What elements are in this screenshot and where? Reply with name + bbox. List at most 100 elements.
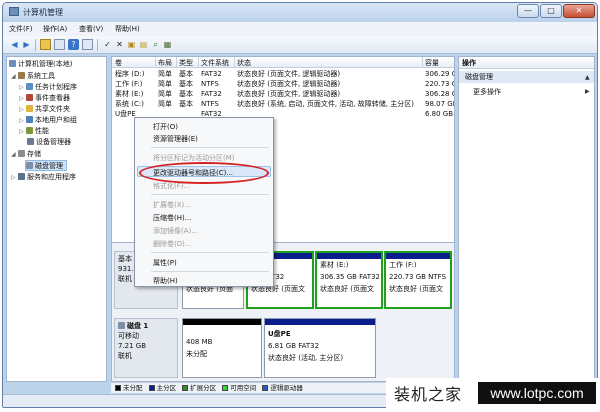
volume-name: 素材 (E:) bbox=[115, 90, 144, 98]
menu-action[interactable]: 操作(A) bbox=[43, 24, 67, 34]
collapse-arrow-icon[interactable]: ▷ bbox=[19, 126, 26, 137]
partition-text: 状态良好 (活动, 主分区) bbox=[268, 354, 344, 362]
menu-item-open[interactable]: 打开(O) bbox=[153, 122, 178, 132]
table-row[interactable]: 素材 (E:) 简单 基本 FAT32 状态良好 (页面文件, 逻辑驱动器) 3… bbox=[112, 89, 454, 99]
check-icon[interactable]: ✓ bbox=[102, 39, 113, 50]
column-divider[interactable] bbox=[176, 57, 177, 68]
delete-icon[interactable]: ✕ bbox=[114, 39, 125, 50]
volume-layout: 简单 bbox=[158, 70, 172, 78]
menu-item-shrink-volume[interactable]: 压缩卷(H)... bbox=[153, 213, 191, 223]
highlight-ellipse bbox=[139, 162, 269, 184]
tree-item-event-viewer[interactable]: ▷ 事件查看器 bbox=[19, 93, 70, 104]
expand-arrow-icon[interactable]: ◢ bbox=[11, 71, 18, 82]
collapse-up-icon[interactable]: ▲ bbox=[585, 74, 590, 81]
tree-label: 磁盘管理 bbox=[35, 162, 63, 170]
column-divider[interactable] bbox=[234, 57, 235, 68]
tree-item-device-manager[interactable]: 设备管理器 bbox=[27, 137, 71, 148]
users-icon bbox=[26, 116, 33, 123]
column-divider[interactable] bbox=[198, 57, 199, 68]
close-button[interactable]: ✕ bbox=[563, 4, 595, 18]
volume-filesystem: FAT32 bbox=[201, 70, 222, 78]
menu-bar: 文件(F) 操作(A) 查看(V) 帮助(H) bbox=[3, 22, 597, 36]
new-icon[interactable]: ▣ bbox=[126, 39, 137, 50]
disk-label-line: 联机 bbox=[118, 352, 132, 360]
folder-icon bbox=[26, 105, 33, 112]
disk-1-label[interactable]: 磁盘 1 可移动 7.21 GB 联机 bbox=[114, 318, 178, 378]
volume-status: 状态良好 (页面文件, 逻辑驱动器) bbox=[237, 90, 341, 98]
performance-icon bbox=[26, 127, 33, 134]
window-title: 计算机管理 bbox=[23, 8, 63, 17]
tree-label: 服务和应用程序 bbox=[27, 173, 76, 181]
column-header-type[interactable]: 类型 bbox=[179, 58, 193, 68]
tree-item-performance[interactable]: ▷ 性能 bbox=[19, 126, 49, 137]
tree-item-shared-folders[interactable]: ▷ 共享文件夹 bbox=[19, 104, 70, 115]
event-icon bbox=[26, 94, 33, 101]
partition-f[interactable]: 工作 (F:) 220.73 GB NTFS 状态良好 (页面文 bbox=[384, 251, 452, 309]
menu-help[interactable]: 帮助(H) bbox=[115, 24, 140, 34]
column-divider[interactable] bbox=[422, 57, 423, 68]
partition-text: 状态良好 (页面文 bbox=[389, 285, 443, 293]
partition-usb-pe[interactable]: U盘PE 6.81 GB FAT32 状态良好 (活动, 主分区) bbox=[264, 318, 376, 378]
collapse-arrow-icon[interactable]: ▷ bbox=[19, 82, 26, 93]
storage-icon bbox=[18, 150, 25, 157]
tree-item-task-scheduler[interactable]: ▷ 任务计划程序 bbox=[19, 82, 77, 93]
partition-e[interactable]: 素材 (E:) 306.35 GB FAT32 状态良好 (页面文 bbox=[315, 251, 383, 309]
partition-text: 408 MB bbox=[186, 338, 213, 346]
tree-item-system-tools[interactable]: ◢ 系统工具 bbox=[11, 71, 55, 82]
actions-section-disk-management[interactable]: 磁盘管理 bbox=[459, 71, 594, 83]
actions-header: 操作 bbox=[459, 57, 594, 69]
collapse-arrow-icon[interactable]: ▷ bbox=[19, 104, 26, 115]
tree-item-services-apps[interactable]: ▷ 服务和应用程序 bbox=[11, 172, 76, 183]
navigation-tree: 计算机管理(本地) ◢ 系统工具 ▷ 任务计划程序 ▷ 事件查看器 ▷ 共享文件夹 ▷ 本… bbox=[6, 56, 107, 382]
tree-item-local-users[interactable]: ▷ 本地用户和组 bbox=[19, 115, 77, 126]
collapse-arrow-icon[interactable]: ▷ bbox=[19, 115, 26, 126]
volume-capacity: 306.29 G bbox=[425, 70, 455, 78]
menu-view[interactable]: 查看(V) bbox=[79, 24, 103, 34]
partition-text: 状态良好 (页面文 bbox=[320, 285, 374, 293]
table-row[interactable]: 程序 (D:) 简单 基本 FAT32 状态良好 (页面文件, 逻辑驱动器) 3… bbox=[112, 69, 455, 79]
column-header-volume[interactable]: 卷 bbox=[115, 58, 122, 68]
column-header-capacity[interactable]: 容量 bbox=[425, 58, 439, 68]
legend-label: 逻辑驱动器 bbox=[270, 384, 303, 392]
tree-label: 任务计划程序 bbox=[35, 83, 77, 91]
more-actions-link[interactable]: 更多操作 bbox=[473, 87, 501, 97]
menu-item-help[interactable]: 帮助(H) bbox=[153, 276, 178, 286]
menu-item-explorer[interactable]: 资源管理器(E) bbox=[153, 134, 198, 144]
volume-type: 基本 bbox=[179, 100, 193, 108]
collapse-arrow-icon[interactable]: ▷ bbox=[19, 93, 26, 104]
column-header-status[interactable]: 状态 bbox=[237, 58, 251, 68]
properties-icon[interactable]: ▦ bbox=[162, 39, 173, 50]
partition-unallocated[interactable]: 408 MB 未分配 bbox=[182, 318, 262, 378]
show-hide-tree-icon[interactable] bbox=[54, 39, 65, 50]
search-icon[interactable]: ⌕ bbox=[150, 39, 161, 50]
help-icon[interactable]: ? bbox=[68, 39, 79, 50]
chevron-right-icon[interactable]: ▶ bbox=[585, 88, 590, 95]
table-row[interactable]: 工作 (F:) 简单 基本 NTFS 状态良好 (页面文件, 逻辑驱动器) 22… bbox=[112, 79, 454, 89]
volume-filesystem: FAT32 bbox=[201, 90, 222, 98]
maximize-button[interactable]: □ bbox=[540, 4, 562, 18]
expand-arrow-icon[interactable]: ◢ bbox=[11, 149, 18, 160]
view-icon[interactable] bbox=[82, 39, 93, 50]
legend-item: 扩展分区 bbox=[182, 383, 216, 394]
menu-file[interactable]: 文件(F) bbox=[9, 24, 33, 34]
menu-separator bbox=[151, 252, 269, 253]
actions-section-label: 磁盘管理 bbox=[465, 73, 493, 81]
tree-item-disk-management[interactable]: 磁盘管理 bbox=[25, 160, 67, 171]
folder-up-icon[interactable] bbox=[40, 39, 51, 50]
collapse-arrow-icon[interactable]: ▷ bbox=[11, 172, 18, 183]
menu-item-properties[interactable]: 属性(P) bbox=[153, 258, 177, 268]
table-row[interactable]: 系统 (C:) 简单 基本 NTFS 状态良好 (系统, 启动, 页面文件, 活… bbox=[112, 99, 454, 109]
tree-root[interactable]: 计算机管理(本地) bbox=[9, 59, 72, 70]
disk-label-line: 可移动 bbox=[118, 332, 139, 340]
tree-item-storage[interactable]: ◢ 存储 bbox=[11, 149, 41, 160]
partition-text: 素材 (E:) bbox=[320, 261, 349, 269]
disk-label-line: 磁盘 1 bbox=[118, 321, 174, 331]
open-icon[interactable]: ▤ bbox=[138, 39, 149, 50]
column-header-filesystem[interactable]: 文件系统 bbox=[201, 58, 229, 68]
column-divider[interactable] bbox=[155, 57, 156, 68]
column-header-layout[interactable]: 布局 bbox=[158, 58, 172, 68]
back-arrow-icon[interactable]: ◀ bbox=[9, 39, 20, 50]
minimize-button[interactable]: — bbox=[517, 4, 539, 18]
forward-arrow-icon[interactable]: ▶ bbox=[21, 39, 32, 50]
volume-layout: 简单 bbox=[158, 90, 172, 98]
